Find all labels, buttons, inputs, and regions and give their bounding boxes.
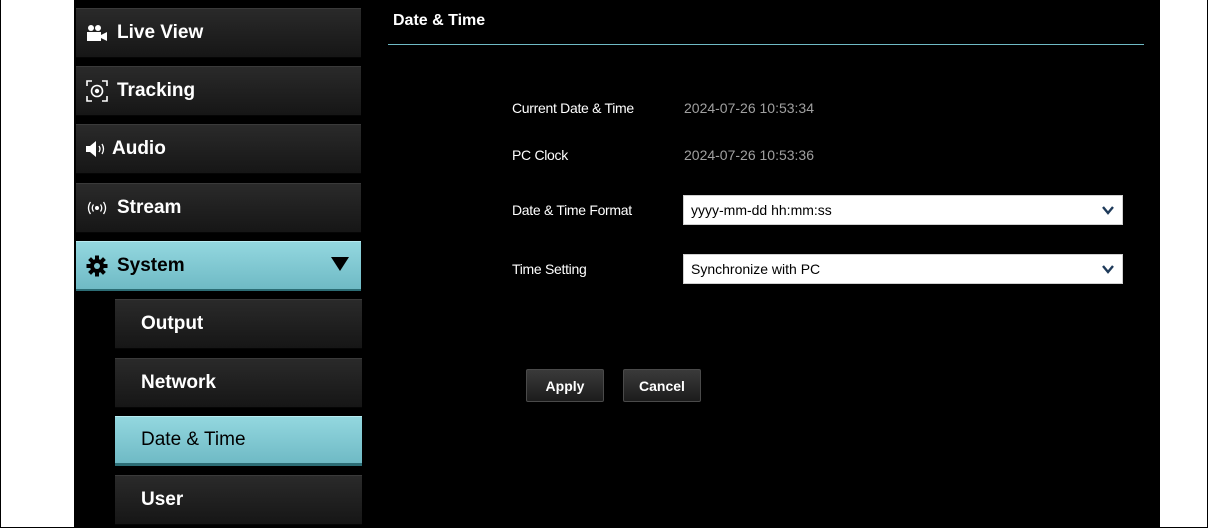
current-date-time-value: 2024-07-26 10:53:34: [684, 100, 814, 116]
time-setting-select[interactable]: Synchronize with PC: [683, 254, 1123, 284]
tracking-target-icon: [85, 79, 109, 103]
chevron-down-icon[interactable]: [1093, 196, 1122, 224]
date-time-format-label: Date & Time Format: [512, 202, 632, 218]
pc-clock-value: 2024-07-26 10:53:36: [684, 147, 814, 163]
camcorder-icon: [85, 21, 109, 45]
apply-button[interactable]: Apply: [526, 369, 604, 402]
sidebar-item-label: Tracking: [117, 80, 196, 101]
gear-icon: [85, 254, 109, 278]
sidebar-subitem-label: User: [141, 489, 184, 510]
sidebar-item-label: Audio: [112, 138, 166, 159]
sidebar-item-system[interactable]: System: [76, 241, 361, 291]
sidebar-item-tracking[interactable]: Tracking: [76, 66, 361, 116]
pc-clock-label: PC Clock: [512, 147, 568, 163]
sidebar-item-audio[interactable]: Audio: [76, 124, 361, 174]
sidebar-subitem-output[interactable]: Output: [115, 299, 362, 349]
sidebar-item-label: Live View: [117, 22, 204, 43]
time-setting-value: Synchronize with PC: [691, 261, 821, 277]
sidebar-item-label: Stream: [117, 197, 182, 218]
caret-down-icon: [331, 256, 349, 278]
date-time-format-value: yyyy-mm-dd hh:mm:ss: [691, 202, 832, 218]
sidebar-subitem-label: Output: [141, 313, 204, 334]
title-divider: [388, 44, 1144, 45]
page-frame: Live View Tracking Audio Stream System O…: [0, 0, 1208, 528]
cancel-button[interactable]: Cancel: [623, 369, 701, 402]
current-date-time-label: Current Date & Time: [512, 100, 634, 116]
time-setting-label: Time Setting: [512, 261, 587, 277]
date-time-format-select[interactable]: yyyy-mm-dd hh:mm:ss: [683, 195, 1123, 225]
page-title: Date & Time: [393, 12, 486, 29]
sidebar-subitem-label: Date & Time: [141, 429, 246, 450]
sidebar-item-live-view[interactable]: Live View: [76, 8, 361, 58]
sidebar-subitem-label: Network: [141, 372, 216, 393]
sidebar-subitem-date-time[interactable]: Date & Time: [115, 416, 362, 466]
sidebar-subitem-network[interactable]: Network: [115, 358, 362, 408]
chevron-down-icon[interactable]: [1093, 255, 1122, 283]
broadcast-icon: [85, 196, 109, 220]
sidebar-item-stream[interactable]: Stream: [76, 183, 361, 233]
app-window: Live View Tracking Audio Stream System O…: [74, 0, 1160, 528]
sidebar-subitem-user[interactable]: User: [115, 475, 362, 525]
sidebar-item-label: System: [117, 254, 185, 276]
speaker-icon: [85, 137, 109, 161]
